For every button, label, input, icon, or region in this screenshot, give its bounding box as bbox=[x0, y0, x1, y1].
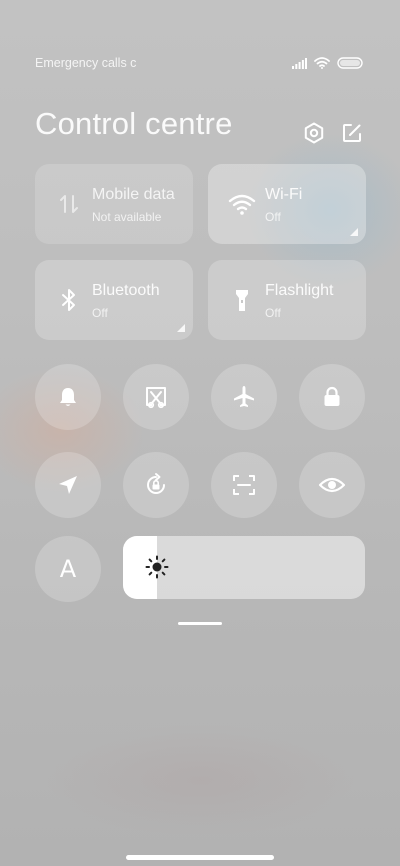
bluetooth-status: Off bbox=[92, 306, 108, 320]
scan-icon bbox=[233, 475, 255, 495]
bluetooth-tile[interactable]: Bluetooth Off bbox=[35, 260, 193, 340]
screenshot-toggle[interactable] bbox=[123, 364, 189, 430]
sun-icon bbox=[145, 555, 169, 579]
bluetooth-icon bbox=[62, 289, 75, 311]
mobile-data-label: Mobile data bbox=[92, 186, 175, 203]
eye-icon bbox=[318, 477, 346, 493]
airplane-icon bbox=[234, 386, 254, 407]
brightness-slider[interactable] bbox=[123, 536, 365, 599]
reading-mode-toggle[interactable] bbox=[299, 452, 365, 518]
wifi-icon bbox=[228, 194, 256, 215]
mobile-data-status: Not available bbox=[92, 210, 162, 224]
home-indicator[interactable] bbox=[126, 855, 274, 860]
status-bar: Emergency calls c bbox=[35, 56, 363, 72]
carrier-text: Emergency calls c bbox=[35, 56, 137, 70]
mobile-data-tile[interactable]: Mobile data Not available bbox=[35, 164, 193, 244]
wifi-tile[interactable]: Wi-Fi Off bbox=[208, 164, 366, 244]
screenshot-icon bbox=[146, 387, 166, 409]
location-toggle[interactable] bbox=[35, 452, 101, 518]
flashlight-label: Flashlight bbox=[265, 282, 334, 299]
flashlight-tile[interactable]: Flashlight Off bbox=[208, 260, 366, 340]
scan-toggle[interactable] bbox=[211, 452, 277, 518]
flashlight-icon bbox=[236, 290, 248, 311]
battery-icon bbox=[337, 57, 363, 69]
wifi-expand-icon[interactable] bbox=[350, 228, 358, 236]
wifi-label: Wi-Fi bbox=[265, 186, 303, 203]
mobile-data-icon bbox=[60, 195, 78, 213]
page-title: Control centre bbox=[35, 106, 233, 141]
flashlight-status: Off bbox=[265, 306, 281, 320]
rotation-lock-toggle[interactable] bbox=[123, 452, 189, 518]
wifi-status: Off bbox=[265, 210, 281, 224]
silent-toggle[interactable] bbox=[35, 364, 101, 430]
location-icon bbox=[59, 476, 77, 494]
airplane-toggle[interactable] bbox=[211, 364, 277, 430]
settings-icon[interactable] bbox=[302, 121, 326, 145]
lock-icon bbox=[324, 386, 340, 406]
edit-icon[interactable] bbox=[340, 121, 364, 145]
wifi-icon bbox=[314, 57, 330, 69]
bluetooth-expand-icon[interactable] bbox=[177, 324, 185, 332]
auto-brightness-label: A bbox=[59, 555, 77, 583]
bell-icon bbox=[60, 388, 76, 406]
auto-brightness-button[interactable]: A bbox=[35, 536, 101, 602]
lock-screen-toggle[interactable] bbox=[299, 364, 365, 430]
collapse-handle[interactable] bbox=[178, 622, 222, 625]
rotation-lock-icon bbox=[147, 473, 165, 494]
bluetooth-label: Bluetooth bbox=[92, 282, 160, 299]
signal-icon bbox=[292, 57, 307, 69]
